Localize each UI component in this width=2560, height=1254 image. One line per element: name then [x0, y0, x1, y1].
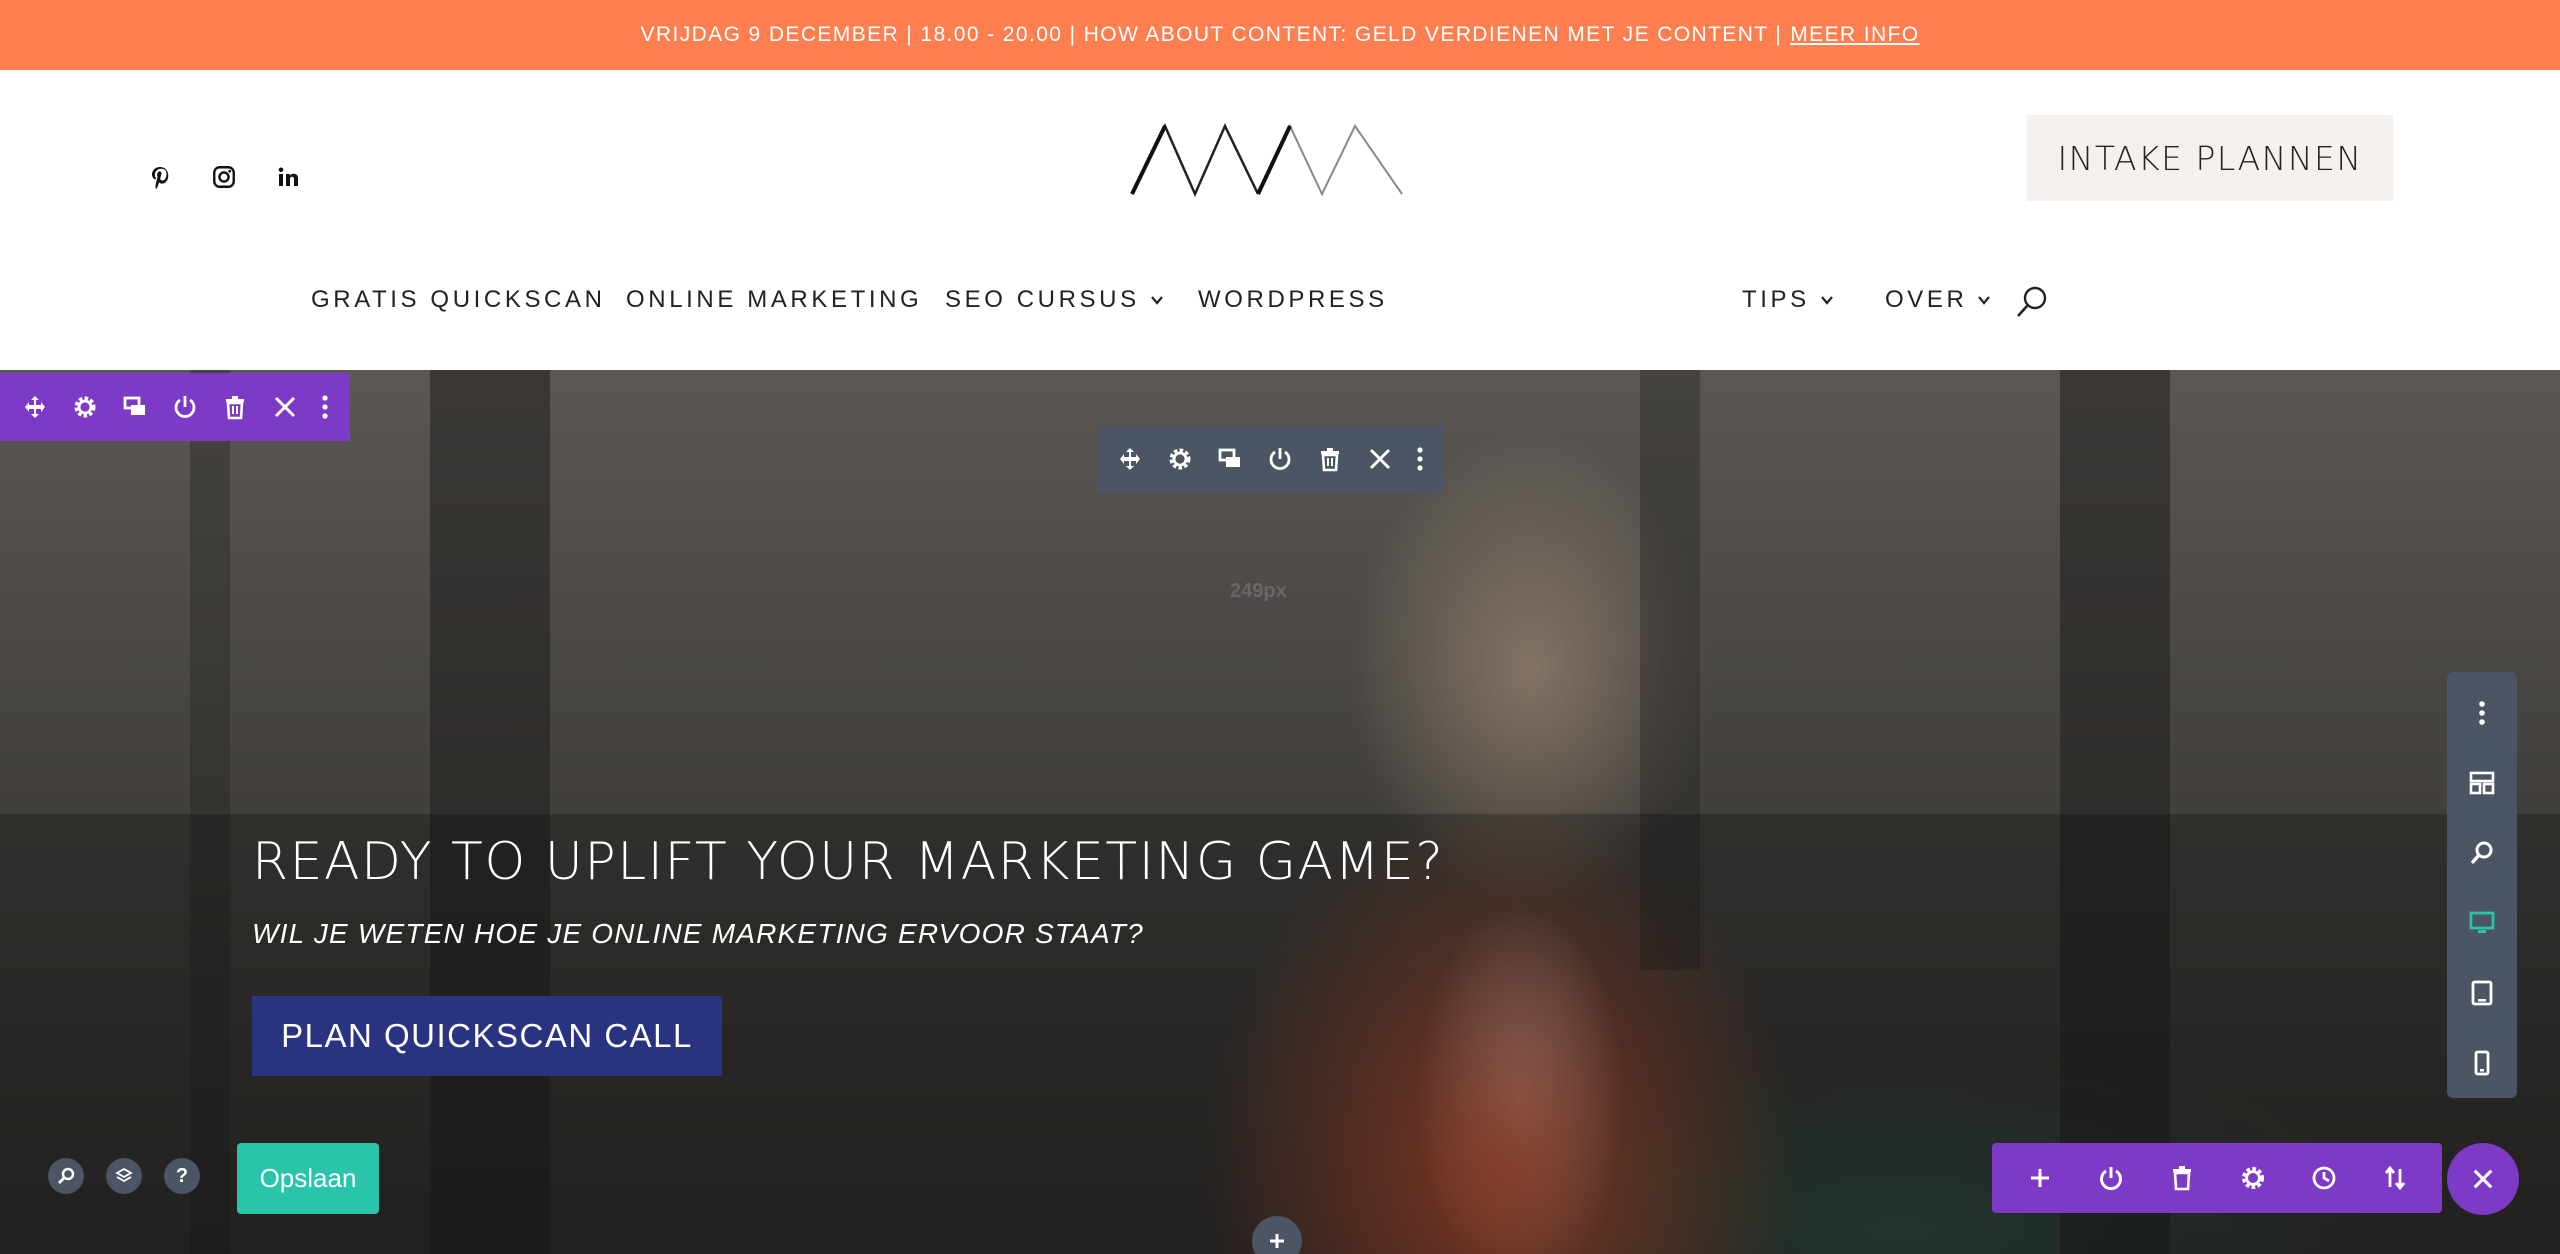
duplicate-icon[interactable] — [110, 373, 160, 441]
view-mode-bar — [2447, 672, 2517, 1098]
main-nav: GRATIS QUICKSCAN ONLINE MARKETING SEO CU… — [0, 275, 2560, 325]
zoom-icon[interactable] — [2447, 818, 2517, 888]
nav-item-tips[interactable]: TIPS — [1742, 275, 1834, 325]
nav-item-seo-cursus[interactable]: SEO CURSUS — [945, 275, 1164, 325]
page-settings-bar — [1992, 1143, 2442, 1213]
site-logo[interactable] — [1130, 120, 1405, 200]
nav-item-wordpress[interactable]: WORDPRESS — [1198, 275, 1388, 325]
bottom-left-controls: ? — [48, 1158, 200, 1194]
instagram-icon[interactable] — [209, 162, 239, 192]
add-icon[interactable] — [2004, 1143, 2075, 1213]
pinterest-icon[interactable] — [145, 162, 175, 192]
nav-item-label: TIPS — [1742, 286, 1810, 313]
chevron-down-icon — [1978, 296, 1991, 305]
trash-icon[interactable] — [2146, 1143, 2217, 1213]
move-icon[interactable] — [1105, 425, 1155, 493]
nav-item-label: SEO CURSUS — [945, 286, 1140, 313]
move-icon[interactable] — [10, 373, 60, 441]
gear-icon[interactable] — [1155, 425, 1205, 493]
more-icon[interactable] — [2447, 678, 2517, 748]
chevron-down-icon — [1820, 296, 1833, 305]
add-icon — [1270, 1234, 1284, 1248]
power-icon[interactable] — [2075, 1143, 2146, 1213]
trash-icon[interactable] — [210, 373, 260, 441]
hero-title: READY TO UPLIFT YOUR MARKETING GAME? — [252, 832, 1445, 892]
search-icon[interactable] — [2015, 285, 2049, 319]
hero-section: 249px READY TO UPLIFT YOUR MARKETING GAM… — [0, 370, 2560, 1254]
trash-icon[interactable] — [1305, 425, 1355, 493]
social-links — [145, 162, 303, 192]
history-icon[interactable] — [2288, 1143, 2359, 1213]
close-icon[interactable] — [1355, 425, 1405, 493]
nav-item-gratis-quickscan[interactable]: GRATIS QUICKSCAN — [311, 275, 606, 325]
nav-item-label: GRATIS QUICKSCAN — [311, 286, 606, 313]
tablet-icon[interactable] — [2447, 958, 2517, 1028]
section-toolbar — [0, 373, 350, 441]
linkedin-icon[interactable] — [273, 162, 303, 192]
layers-icon[interactable] — [106, 1158, 142, 1194]
chevron-down-icon — [1150, 296, 1163, 305]
nav-item-label: ONLINE MARKETING — [626, 286, 923, 313]
power-icon[interactable] — [160, 373, 210, 441]
portability-icon[interactable] — [2359, 1143, 2430, 1213]
help-button[interactable]: ? — [164, 1158, 200, 1194]
gear-icon[interactable] — [60, 373, 110, 441]
nav-item-over[interactable]: OVER — [1885, 275, 1991, 325]
power-icon[interactable] — [1255, 425, 1305, 493]
gear-icon[interactable] — [2217, 1143, 2288, 1213]
plan-quickscan-call-button[interactable]: PLAN QUICKSCAN CALL — [252, 996, 722, 1076]
zoom-icon[interactable] — [48, 1158, 84, 1194]
hero-subtitle: WIL JE WETEN HOE JE ONLINE MARKETING ERV… — [252, 918, 1144, 949]
intake-plannen-button[interactable]: INTAKE PLANNEN — [2027, 115, 2393, 201]
row-toolbar — [1097, 425, 1443, 493]
nav-item-label: OVER — [1885, 286, 1968, 313]
nav-item-online-marketing[interactable]: ONLINE MARKETING — [626, 275, 922, 325]
close-icon — [2473, 1169, 2493, 1189]
desktop-icon[interactable] — [2447, 888, 2517, 958]
spacing-indicator: 249px — [1230, 580, 1287, 602]
announcement-link[interactable]: MEER INFO — [1790, 23, 1919, 47]
wireframe-icon[interactable] — [2447, 748, 2517, 818]
more-icon[interactable] — [1405, 425, 1435, 493]
close-icon[interactable] — [260, 373, 310, 441]
more-icon[interactable] — [310, 373, 340, 441]
nav-item-label: WORDPRESS — [1198, 286, 1388, 313]
site-header: INTAKE PLANNEN GRATIS QUICKSCAN ONLINE M… — [0, 70, 2560, 370]
announcement-text: VRIJDAG 9 DECEMBER | 18.00 - 20.00 | HOW… — [640, 23, 1783, 46]
announcement-bar: VRIJDAG 9 DECEMBER | 18.00 - 20.00 | HOW… — [0, 0, 2560, 70]
save-button[interactable]: Opslaan — [237, 1143, 379, 1214]
duplicate-icon[interactable] — [1205, 425, 1255, 493]
close-builder-button[interactable] — [2447, 1143, 2519, 1215]
phone-icon[interactable] — [2447, 1028, 2517, 1098]
